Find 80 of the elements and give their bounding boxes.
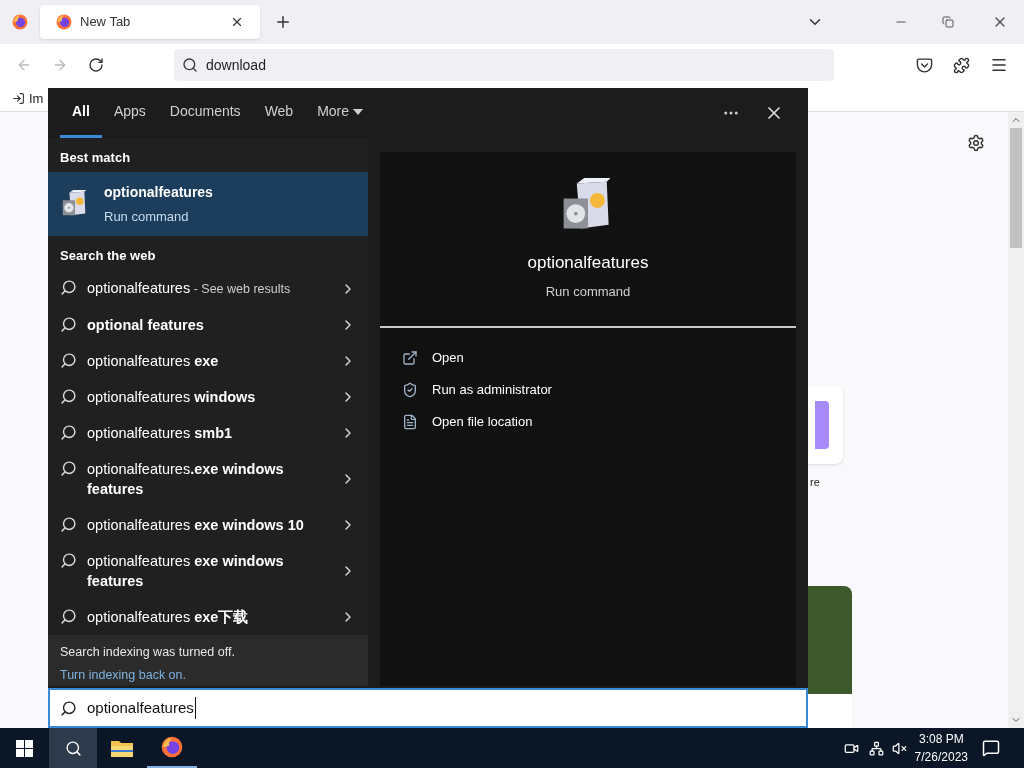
address-bar[interactable]: download xyxy=(174,49,834,81)
shield-icon xyxy=(402,382,418,398)
preview-action[interactable]: Open file location xyxy=(402,406,796,438)
preview-title: optionalfeatures xyxy=(527,252,649,274)
clock-date[interactable]: 7/26/2023 xyxy=(914,748,968,766)
search-tab[interactable]: Apps xyxy=(101,88,158,138)
tab-favicon-icon xyxy=(56,14,72,30)
folder-icon xyxy=(110,738,134,758)
restore-icon[interactable] xyxy=(942,16,954,28)
web-result-text: optionalfeatures windows xyxy=(87,388,257,407)
search-icon xyxy=(60,516,77,533)
web-result-text: optional features xyxy=(87,316,205,335)
search-tab[interactable]: Web xyxy=(252,88,306,138)
section-heading: Search the web xyxy=(59,247,157,265)
shortcut-icon xyxy=(815,401,829,449)
browser-logo-icon xyxy=(12,14,28,30)
new-tab-icon[interactable] xyxy=(274,13,292,31)
scrollbar[interactable] xyxy=(1008,112,1024,728)
preview-action[interactable]: Open xyxy=(402,342,796,374)
section-heading: Best match xyxy=(59,149,132,167)
best-match-subtitle: Run command xyxy=(104,207,190,226)
address-text: download xyxy=(206,55,266,75)
web-result-text: optionalfeatures exe xyxy=(87,352,220,371)
extensions-icon[interactable] xyxy=(953,56,970,74)
web-result-text: optionalfeatures exe windows 10 xyxy=(87,516,305,535)
scrollbar-thumb[interactable] xyxy=(1010,128,1022,248)
search-icon xyxy=(60,699,77,717)
shortcut-label: re xyxy=(810,475,820,490)
search-icon xyxy=(60,552,77,569)
search-icon xyxy=(60,316,77,333)
search-icon xyxy=(60,279,77,296)
web-result-item[interactable]: optionalfeatures exe下载 xyxy=(48,599,368,635)
web-result-item[interactable]: optionalfeatures exe windows 10 xyxy=(48,507,368,543)
search-icon xyxy=(60,388,77,405)
web-result-text: optionalfeatures - See web results xyxy=(87,279,292,298)
close-tab-icon[interactable] xyxy=(230,15,244,29)
search-icon xyxy=(60,460,77,477)
web-result-text: optionalfeatures.exe windows features xyxy=(87,460,285,499)
best-match-item[interactable]: optionalfeatures Run command xyxy=(48,172,368,236)
notifications-icon[interactable] xyxy=(982,739,1000,757)
web-result-text: optionalfeatures exe下载 xyxy=(87,608,250,627)
settings-icon[interactable] xyxy=(967,134,985,152)
preview-subtitle: Run command xyxy=(545,282,631,301)
menu-icon[interactable] xyxy=(990,56,1008,74)
search-tab[interactable]: More xyxy=(305,88,376,138)
network-icon[interactable] xyxy=(868,740,884,756)
pocket-icon[interactable] xyxy=(916,56,933,74)
web-result-item[interactable]: optionalfeatures exe windows features xyxy=(48,543,368,599)
browser-tab[interactable]: New Tab xyxy=(40,5,260,39)
web-result-item[interactable]: optionalfeatures - See web results xyxy=(48,270,368,307)
search-tab[interactable]: Documents xyxy=(157,88,253,138)
import-icon xyxy=(12,92,25,105)
web-result-text: optionalfeatures smb1 xyxy=(87,424,234,443)
web-result-item[interactable]: optionalfeatures.exe windows features xyxy=(48,451,368,507)
document-icon xyxy=(402,414,418,430)
taskbar-search-button[interactable] xyxy=(49,728,97,768)
best-match-title: optionalfeatures xyxy=(104,182,213,202)
search-icon xyxy=(182,57,198,73)
shortcut-tile[interactable] xyxy=(808,386,843,464)
muted-speaker-icon[interactable] xyxy=(891,740,907,756)
search-input-field[interactable]: optionalfeatures xyxy=(48,688,808,728)
web-result-item[interactable]: optional features xyxy=(48,307,368,343)
start-icon[interactable] xyxy=(16,739,33,757)
preview-action[interactable]: Run as administrator xyxy=(402,374,796,406)
clock-time[interactable]: 3:08 PM xyxy=(918,730,964,748)
card-background xyxy=(808,694,852,728)
web-result-item[interactable]: optionalfeatures windows xyxy=(48,379,368,415)
open-window-icon xyxy=(402,350,418,366)
bookmark-label[interactable]: Im xyxy=(29,88,44,109)
reload-icon[interactable] xyxy=(88,57,104,73)
indexing-notice: Search indexing was turned off. xyxy=(60,644,236,661)
search-icon xyxy=(64,739,82,757)
search-icon xyxy=(60,424,77,441)
web-result-text: optionalfeatures exe windows features xyxy=(87,552,285,591)
search-icon xyxy=(60,608,77,625)
browser-logo-icon xyxy=(161,736,183,758)
web-result-item[interactable]: optionalfeatures exe xyxy=(48,343,368,379)
turn-indexing-on-link[interactable]: Turn indexing back on. xyxy=(60,665,356,685)
search-icon xyxy=(60,352,77,369)
web-result-item[interactable]: optionalfeatures smb1 xyxy=(48,415,368,451)
